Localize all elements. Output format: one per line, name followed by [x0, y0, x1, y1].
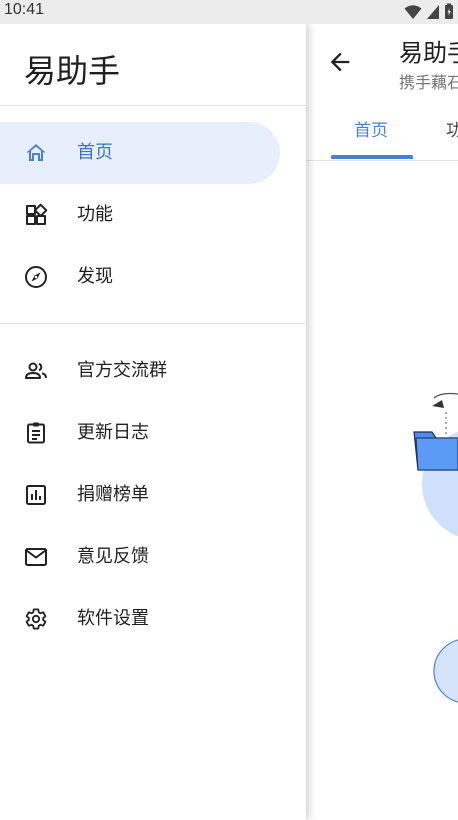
signal-icon: [427, 4, 439, 19]
tab-features[interactable]: 功能: [446, 116, 458, 141]
nav-item-donations[interactable]: 捐赠榜单: [0, 464, 280, 526]
settings-gear-icon: [25, 608, 47, 630]
nav-item-feedback[interactable]: 意见反馈: [0, 526, 280, 588]
nav-item-community[interactable]: 官方交流群: [0, 340, 280, 402]
widgets-icon: [26, 203, 48, 225]
nav-item-features[interactable]: 功能: [0, 184, 280, 246]
tab-indicator: [331, 155, 413, 159]
drawer-divider-middle: [0, 323, 306, 324]
status-time: 10:41: [4, 1, 45, 18]
nav-item-discover[interactable]: 发现: [0, 246, 280, 308]
battery-icon: [445, 3, 453, 19]
navigation-drawer: 易助手 首页 功能 发现 官方交流群 更新日志 捐赠榜单 意见反馈 软件设置: [0, 24, 306, 820]
wifi-icon: [404, 4, 422, 19]
nav-label-settings: 软件设置: [77, 608, 149, 629]
nav-label-feedback: 意见反馈: [77, 546, 149, 567]
people-icon: [25, 362, 47, 379]
drawer-title: 易助手: [24, 52, 121, 90]
nav-label-community: 官方交流群: [77, 360, 167, 381]
status-icons: [404, 3, 454, 20]
main-app-bar: 易助手 携手藕石 首页 功能: [306, 24, 458, 161]
nav-label-changelog: 更新日志: [77, 422, 149, 443]
nav-label-donations: 捐赠榜单: [77, 484, 149, 505]
nav-label-discover: 发现: [77, 266, 113, 287]
tab-home[interactable]: 首页: [354, 116, 388, 141]
status-bar: 10:41: [0, 0, 458, 24]
nav-item-home[interactable]: 首页: [0, 122, 280, 184]
nav-item-settings[interactable]: 软件设置: [0, 588, 280, 650]
home-icon: [26, 144, 46, 161]
compass-icon: [25, 266, 47, 288]
chart-icon: [26, 485, 46, 505]
back-arrow-icon[interactable]: [326, 48, 354, 76]
nav-item-changelog[interactable]: 更新日志: [0, 402, 280, 464]
nav-label-home: 首页: [77, 142, 113, 163]
clipboard-icon: [27, 422, 45, 444]
main-subtitle: 携手藕石: [399, 73, 458, 92]
nav-label-features: 功能: [77, 204, 113, 225]
mail-icon: [25, 548, 47, 566]
main-title: 易助手: [399, 39, 458, 67]
folder-illustration: [413, 392, 458, 703]
drawer-divider-top: [0, 105, 306, 106]
main-screen: 易助手 携手藕石 首页 功能: [306, 24, 458, 820]
